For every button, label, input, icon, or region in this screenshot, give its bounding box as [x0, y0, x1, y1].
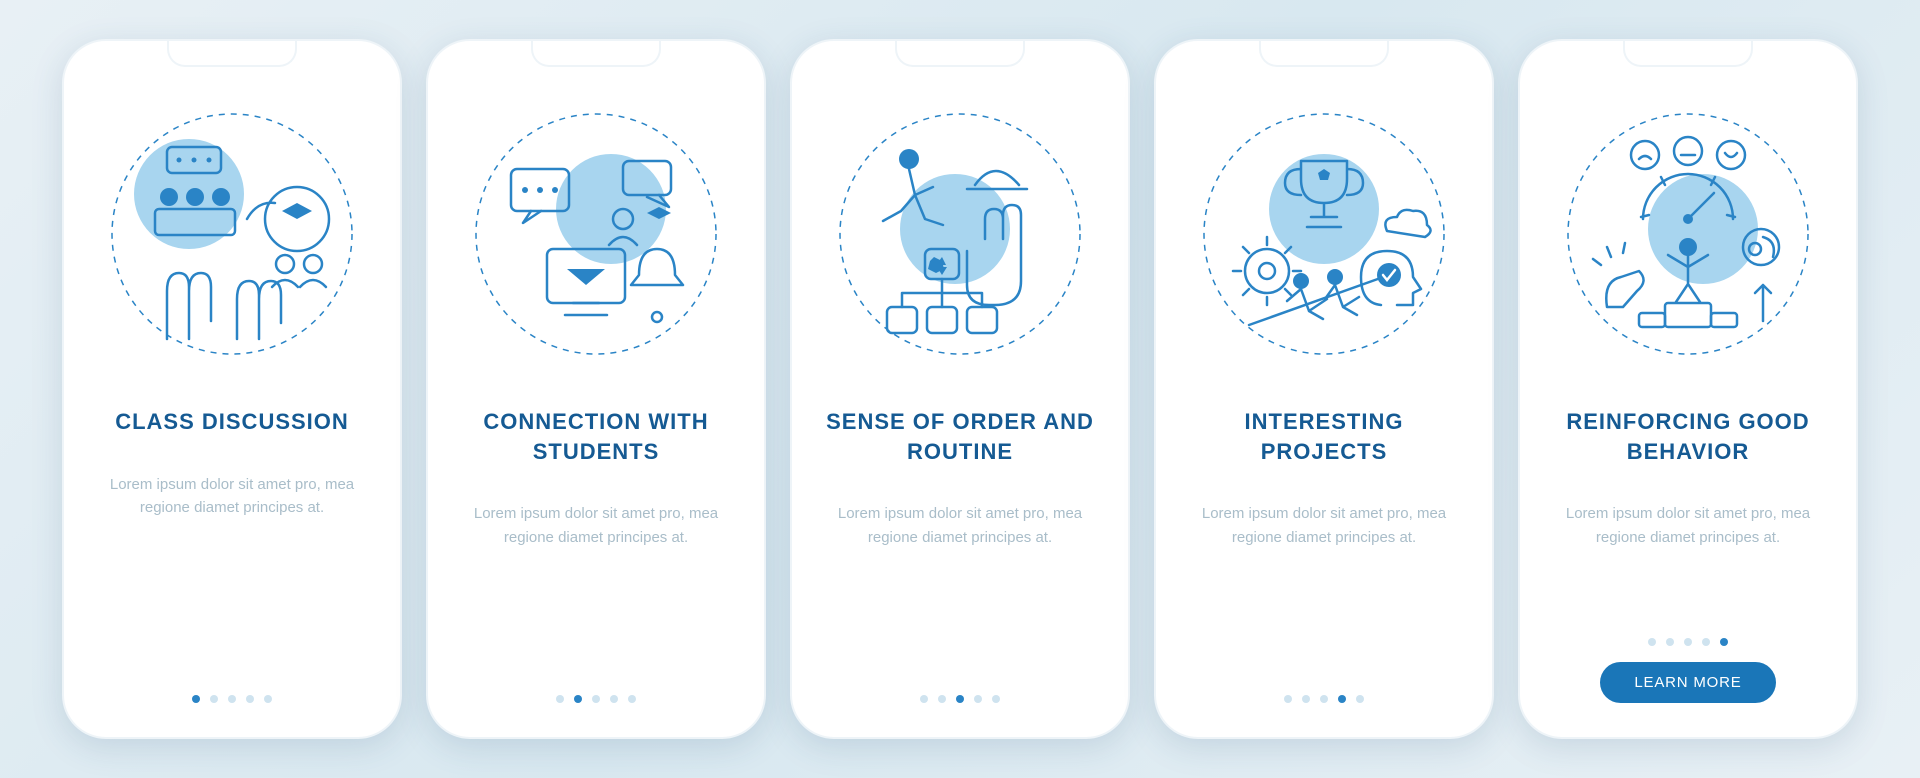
dot-5[interactable] — [1356, 695, 1364, 703]
phone-notch — [1259, 41, 1389, 67]
slide-title: REINFORCING GOOD BEHAVIOR — [1548, 407, 1828, 466]
page-dots[interactable] — [920, 695, 1000, 703]
dot-1[interactable] — [1648, 638, 1656, 646]
dot-1[interactable] — [556, 695, 564, 703]
dot-3[interactable] — [1320, 695, 1328, 703]
phone-frame-5: REINFORCING GOOD BEHAVIOR Lorem ipsum do… — [1518, 39, 1858, 739]
dot-1[interactable] — [1284, 695, 1292, 703]
good-behavior-illustration — [1553, 99, 1823, 369]
slide-title: SENSE OF ORDER AND ROUTINE — [820, 407, 1100, 466]
dot-2[interactable] — [938, 695, 946, 703]
dot-1[interactable] — [920, 695, 928, 703]
dot-5[interactable] — [992, 695, 1000, 703]
slide-body: Lorem ipsum dolor sit amet pro, mea regi… — [1194, 502, 1454, 549]
dot-4[interactable] — [610, 695, 618, 703]
phone-frame-4: INTERESTING PROJECTS Lorem ipsum dolor s… — [1154, 39, 1494, 739]
page-dots[interactable] — [556, 695, 636, 703]
dot-1[interactable] — [192, 695, 200, 703]
dot-2[interactable] — [1302, 695, 1310, 703]
learn-more-button[interactable]: LEARN MORE — [1600, 662, 1775, 703]
slide-body: Lorem ipsum dolor sit amet pro, mea regi… — [830, 502, 1090, 549]
dot-4[interactable] — [974, 695, 982, 703]
phone-notch — [1623, 41, 1753, 67]
dot-4[interactable] — [1702, 638, 1710, 646]
dot-3[interactable] — [228, 695, 236, 703]
page-dots[interactable] — [192, 695, 272, 703]
page-dots[interactable] — [1284, 695, 1364, 703]
dot-3[interactable] — [1684, 638, 1692, 646]
connection-students-illustration — [461, 99, 731, 369]
phone-notch — [167, 41, 297, 67]
phone-bottom — [792, 695, 1128, 703]
dot-2[interactable] — [1666, 638, 1674, 646]
dot-5[interactable] — [1720, 638, 1728, 646]
slide-title: CLASS DISCUSSION — [115, 407, 349, 437]
dot-2[interactable] — [210, 695, 218, 703]
order-routine-illustration — [825, 99, 1095, 369]
phone-frame-2: CONNECTION WITH STUDENTS Lorem ipsum dol… — [426, 39, 766, 739]
dot-2[interactable] — [574, 695, 582, 703]
interesting-projects-illustration — [1189, 99, 1459, 369]
phone-notch — [895, 41, 1025, 67]
phone-bottom — [1156, 695, 1492, 703]
phone-bottom — [428, 695, 764, 703]
phone-notch — [531, 41, 661, 67]
phone-frame-3: SENSE OF ORDER AND ROUTINE Lorem ipsum d… — [790, 39, 1130, 739]
phone-frame-1: CLASS DISCUSSION Lorem ipsum dolor sit a… — [62, 39, 402, 739]
dot-4[interactable] — [1338, 695, 1346, 703]
dot-5[interactable] — [628, 695, 636, 703]
slide-body: Lorem ipsum dolor sit amet pro, mea regi… — [466, 502, 726, 549]
onboarding-phones-row: CLASS DISCUSSION Lorem ipsum dolor sit a… — [62, 39, 1858, 739]
dot-3[interactable] — [956, 695, 964, 703]
slide-body: Lorem ipsum dolor sit amet pro, mea regi… — [1558, 502, 1818, 549]
dot-5[interactable] — [264, 695, 272, 703]
phone-bottom: LEARN MORE — [1520, 638, 1856, 703]
slide-title: INTERESTING PROJECTS — [1184, 407, 1464, 466]
dot-4[interactable] — [246, 695, 254, 703]
slide-body: Lorem ipsum dolor sit amet pro, mea regi… — [102, 473, 362, 520]
page-dots[interactable] — [1648, 638, 1728, 646]
dot-3[interactable] — [592, 695, 600, 703]
class-discussion-illustration — [97, 99, 367, 369]
slide-title: CONNECTION WITH STUDENTS — [456, 407, 736, 466]
phone-bottom — [64, 695, 400, 703]
